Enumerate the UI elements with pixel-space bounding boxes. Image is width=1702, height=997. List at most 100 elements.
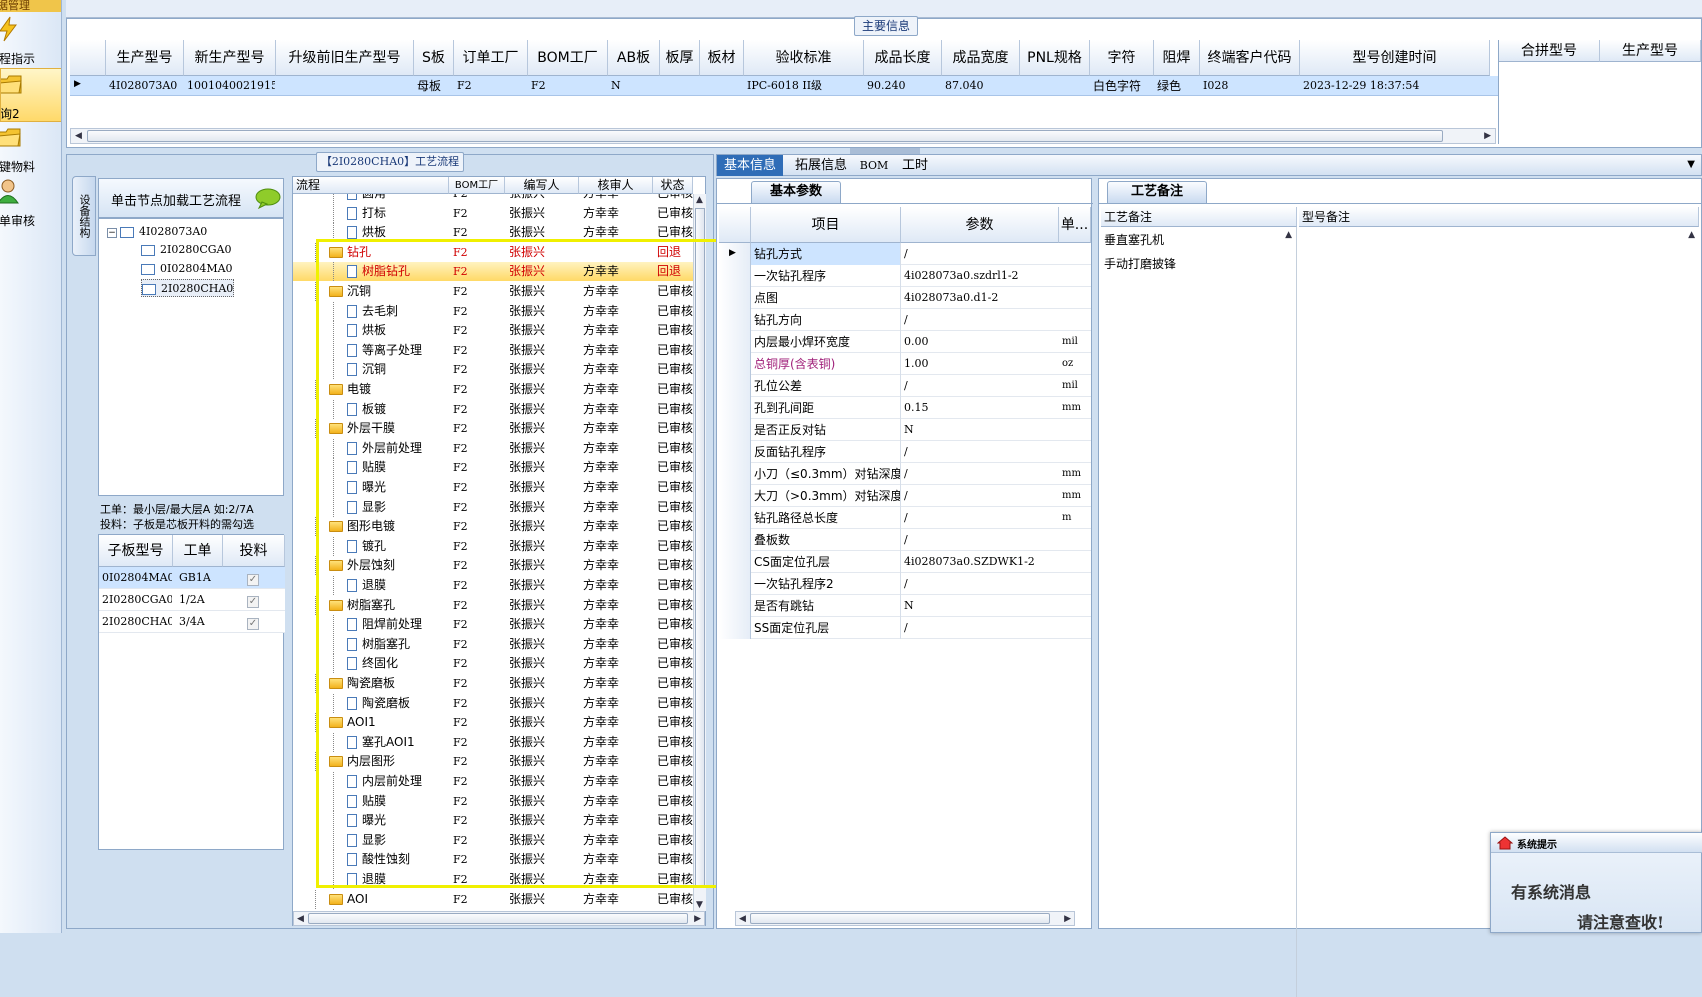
- tab-bom[interactable]: BOM: [857, 155, 891, 176]
- flow-row[interactable]: 树脂塞孔 F2 张振兴 方幸幸 已审核: [293, 634, 693, 654]
- flow-row[interactable]: 陶瓷磨板 F2 张振兴 方幸幸 已审核: [293, 693, 693, 713]
- sub-board-row[interactable]: 2I0280CHA0 3/4A ✓: [99, 611, 285, 633]
- flow-row[interactable]: 打标 F2 张振兴 方幸幸 已审核: [293, 203, 693, 223]
- main-info-hscrollbar[interactable]: ◀ ▶: [70, 128, 1496, 144]
- col-10[interactable]: 成品长度: [864, 40, 942, 76]
- remark-item[interactable]: 垂直塞孔机: [1104, 231, 1164, 248]
- param-row[interactable]: 钻孔路径总长度 / m: [719, 507, 1091, 529]
- scroll-thumb[interactable]: [308, 913, 688, 924]
- flow-row[interactable]: 树脂钻孔 F2 张振兴 方幸幸 回退: [293, 262, 693, 282]
- flow-row[interactable]: 去毛刺 F2 张振兴 方幸幸 已审核: [293, 301, 693, 321]
- flow-row[interactable]: 内层图形 F2 张振兴 方幸幸 已审核: [293, 752, 693, 772]
- flow-row[interactable]: 等离子处理 F2 张振兴 方幸幸 已审核: [293, 340, 693, 360]
- flow-row[interactable]: 沉铜 F2 张振兴 方幸幸 已审核: [293, 282, 693, 301]
- flow-row[interactable]: 圆角 F2 张振兴 方幸幸 已审核: [293, 194, 693, 203]
- flow-row[interactable]: 贴膜 F2 张振兴 方幸幸 已审核: [293, 791, 693, 811]
- flow-row[interactable]: 内层前处理 F2 张振兴 方幸幸 已审核: [293, 772, 693, 791]
- param-row[interactable]: ▶ 钻孔方式 /: [719, 243, 1091, 265]
- sub-board-row[interactable]: 0I02804MA0 GB1A ✓: [99, 567, 285, 589]
- basic-hscrollbar[interactable]: ◀ ▶: [735, 911, 1075, 926]
- col-15[interactable]: 终端客户代码: [1200, 40, 1300, 76]
- flow-row[interactable]: 沉铜 F2 张振兴 方幸幸 已审核: [293, 360, 693, 380]
- feed-checkbox[interactable]: ✓: [247, 615, 259, 630]
- flow-row[interactable]: 阻焊前处理 F2 张振兴 方幸幸 已审核: [293, 615, 693, 635]
- feed-checkbox[interactable]: ✓: [247, 593, 259, 608]
- param-row[interactable]: 反面钻孔程序 /: [719, 441, 1091, 463]
- param-row[interactable]: 一次钻孔程序2 /: [719, 573, 1091, 595]
- tab-basic-info[interactable]: 基本信息: [717, 155, 783, 176]
- main-info-row[interactable]: ▶ 4I028073A0 10010400219150 母板 F2 F2 N IPC-601…: [70, 76, 1498, 96]
- param-row[interactable]: 小刀（≤0.3mm）对钻深度 / mm: [719, 463, 1091, 485]
- flow-row[interactable]: 终固化 F2 张振兴 方幸幸 已审核: [293, 654, 693, 674]
- scroll-thumb[interactable]: [87, 130, 1443, 142]
- flow-row[interactable]: 退膜 F2 张振兴 方幸幸 已审核: [293, 870, 693, 889]
- flow-row[interactable]: 外层干膜 F2 张振兴 方幸幸 已审核: [293, 419, 693, 439]
- col-13[interactable]: 字符: [1090, 40, 1154, 76]
- col-9[interactable]: 验收标准: [744, 40, 864, 76]
- col-6[interactable]: AB板: [608, 40, 660, 76]
- col-7[interactable]: 板厚: [660, 40, 700, 76]
- param-row[interactable]: 叠板数 /: [719, 529, 1091, 551]
- flow-row[interactable]: 外层前处理 F2 张振兴 方幸幸 已审核: [293, 438, 693, 458]
- flow-vscrollbar[interactable]: ▲ ▼: [693, 194, 706, 911]
- param-row[interactable]: 钻孔方向 /: [719, 309, 1091, 331]
- param-row[interactable]: 孔位公差 / mil: [719, 375, 1091, 397]
- flow-row[interactable]: 外层蚀刻 F2 张振兴 方幸幸 已审核: [293, 556, 693, 576]
- col-16[interactable]: 型号创建时间: [1300, 40, 1490, 76]
- tab-work-hours[interactable]: 工时: [895, 155, 935, 176]
- feed-checkbox[interactable]: ✓: [247, 571, 259, 586]
- flow-row[interactable]: 电镀 F2 张振兴 方幸幸 已审核: [293, 380, 693, 399]
- col-0[interactable]: 生产型号: [106, 40, 184, 76]
- tree-node-child[interactable]: 0I02804MA0: [141, 260, 233, 278]
- load-hint-bar[interactable]: 单击节点加载工艺流程: [98, 178, 284, 218]
- dropdown-arrow-icon[interactable]: ▼: [1687, 159, 1695, 170]
- col-14[interactable]: 阻焊: [1154, 40, 1200, 76]
- col-8[interactable]: 板材: [700, 40, 744, 76]
- flow-row[interactable]: 贴膜 F2 张振兴 方幸幸 已审核: [293, 458, 693, 478]
- param-row[interactable]: 总铜厚(含表铜) 1.00 oz: [719, 353, 1091, 375]
- scroll-thumb[interactable]: [695, 208, 705, 888]
- flow-row[interactable]: 烘板 F2 张振兴 方幸幸 已审核: [293, 321, 693, 341]
- flow-row[interactable]: AOI1 F2 张振兴 方幸幸 已审核: [293, 713, 693, 733]
- remark-item[interactable]: 手动打磨披锋: [1104, 255, 1176, 272]
- param-row[interactable]: 是否正反对钻 N: [719, 419, 1091, 441]
- flow-row[interactable]: 烘板 F2 张振兴 方幸幸 已审核: [293, 223, 693, 243]
- tree-node-child[interactable]: 2I0280CGA0: [141, 241, 231, 259]
- flow-row[interactable]: 酸性蚀刻 F2 张振兴 方幸幸 已审核: [293, 850, 693, 870]
- side-tab-equipment[interactable]: 设备结构: [72, 176, 96, 256]
- flow-row[interactable]: 陶瓷磨板 F2 张振兴 方幸幸 已审核: [293, 674, 693, 693]
- flow-row[interactable]: 树脂塞孔 F2 张振兴 方幸幸 已审核: [293, 595, 693, 615]
- col-12[interactable]: PNL规格: [1020, 40, 1090, 76]
- system-popup[interactable]: 系统提示 有系统消息 请注意查收!: [1490, 832, 1702, 933]
- flow-row[interactable]: 钻孔 F2 张振兴 回退: [293, 242, 693, 262]
- param-row[interactable]: 大刀（>0.3mm）对钻深度 / mm: [719, 485, 1091, 507]
- param-row[interactable]: SS面定位孔层 /: [719, 617, 1091, 639]
- flow-row[interactable]: 镀孔 F2 张振兴 方幸幸 已审核: [293, 536, 693, 556]
- param-row[interactable]: 孔到孔间距 0.15 mm: [719, 397, 1091, 419]
- nav-item-flow[interactable]: 流程指示: [0, 14, 61, 68]
- tree-node-child-selected[interactable]: 2I0280CHA0: [141, 279, 235, 297]
- param-row[interactable]: 一次钻孔程序 4i028073a0.szdrl1-2: [719, 265, 1091, 287]
- flow-row[interactable]: AOI F2 张振兴 方幸幸 已审核: [293, 889, 693, 909]
- col-4[interactable]: 订单工厂: [454, 40, 528, 76]
- nav-item-order-review[interactable]: 订单审核: [0, 176, 61, 230]
- flow-row[interactable]: 板镀 F2 张振兴 方幸幸 已审核: [293, 399, 693, 419]
- subtab-basic-params[interactable]: 基本参数: [751, 181, 841, 203]
- col-2[interactable]: 升级前旧生产型号: [276, 40, 414, 76]
- nav-item-query2[interactable]: 查询2: [0, 68, 61, 122]
- col-5[interactable]: BOM工厂: [528, 40, 608, 76]
- param-row[interactable]: CS面定位孔层 4i028073a0.SZDWK1-2: [719, 551, 1091, 573]
- scroll-thumb[interactable]: [750, 913, 1050, 924]
- flow-hscrollbar[interactable]: ◀ ▶: [293, 911, 705, 926]
- flow-row[interactable]: 曝光 F2 张振兴 方幸幸 已审核: [293, 478, 693, 497]
- tree-node-root[interactable]: −4I028073A0: [107, 223, 207, 241]
- flow-row[interactable]: 显影 F2 张振兴 方幸幸 已审核: [293, 497, 693, 517]
- col-1[interactable]: 新生产型号: [184, 40, 276, 76]
- sub-board-row[interactable]: 2I0280CGA0 1/2A ✓: [99, 589, 285, 611]
- param-row[interactable]: 点图 4i028073a0.d1-2: [719, 287, 1091, 309]
- flow-row[interactable]: 显影 F2 张振兴 方幸幸 已审核: [293, 830, 693, 850]
- col-3[interactable]: S板: [414, 40, 454, 76]
- subtab-process-remarks[interactable]: 工艺备注: [1107, 181, 1207, 203]
- flow-row[interactable]: 图形电镀 F2 张振兴 方幸幸 已审核: [293, 517, 693, 537]
- nav-item-key-material[interactable]: 关键物料: [0, 122, 61, 176]
